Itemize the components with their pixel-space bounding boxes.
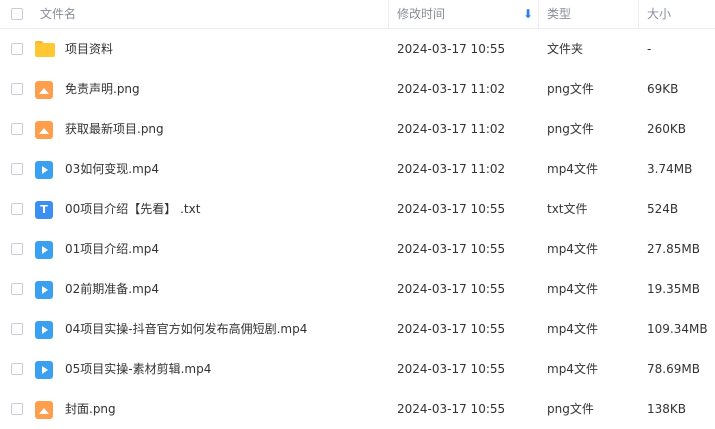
file-type: png文件 <box>547 402 594 416</box>
column-header-name[interactable]: 文件名 <box>40 0 76 28</box>
file-row[interactable]: T 00项目介绍【先看】 .txt 2024-03-17 10:55 txt文件 524… <box>0 189 715 229</box>
row-checkbox[interactable] <box>11 283 23 295</box>
file-type: 文件夹 <box>547 42 584 56</box>
row-checkbox[interactable] <box>11 243 23 255</box>
modified-time: 2024-03-17 11:02 <box>397 162 506 176</box>
file-size: - <box>647 42 652 56</box>
row-checkbox[interactable] <box>11 363 23 375</box>
file-size: 3.74MB <box>647 162 693 176</box>
video-file-icon <box>35 241 53 259</box>
row-checkbox[interactable] <box>11 403 23 415</box>
file-name[interactable]: 免责声明.png <box>65 69 140 109</box>
file-row[interactable]: 05项目实操-素材剪辑.mp4 2024-03-17 10:55 mp4文件 78.6… <box>0 349 715 389</box>
file-type: txt文件 <box>547 202 588 216</box>
select-all-checkbox[interactable] <box>11 8 23 20</box>
file-row[interactable]: 04项目实操-抖音官方如何发布高佣短剧.mp4 2024-03-17 10:55 m… <box>0 309 715 349</box>
file-size: 260KB <box>647 122 687 136</box>
file-type: mp4文件 <box>547 282 598 296</box>
modified-time: 2024-03-17 11:02 <box>397 122 506 136</box>
file-type: png文件 <box>547 82 594 96</box>
file-size: 27.85MB <box>647 242 700 256</box>
file-name[interactable]: 03如何变现.mp4 <box>65 149 159 189</box>
image-file-icon <box>35 401 53 419</box>
video-file-icon <box>35 321 53 339</box>
file-list: 文件名 修改时间 ⬇ 类型 大小 项目资料 2024-03-17 10:55 文件夹… <box>0 0 715 429</box>
file-row[interactable]: 项目资料 2024-03-17 10:55 文件夹 - <box>0 29 715 69</box>
file-rows: 项目资料 2024-03-17 10:55 文件夹 - 免责声明.png 2024-03-… <box>0 29 715 429</box>
file-size: 69KB <box>647 82 679 96</box>
modified-time: 2024-03-17 10:55 <box>397 402 506 416</box>
modified-time: 2024-03-17 10:55 <box>397 42 506 56</box>
file-name[interactable]: 项目资料 <box>65 29 113 69</box>
modified-time: 2024-03-17 10:55 <box>397 202 506 216</box>
column-divider[interactable] <box>538 0 539 28</box>
file-row[interactable]: 免责声明.png 2024-03-17 11:02 png文件 69KB <box>0 69 715 109</box>
column-header-size[interactable]: 大小 <box>647 0 671 28</box>
file-type: mp4文件 <box>547 362 598 376</box>
row-checkbox[interactable] <box>11 43 23 55</box>
file-name[interactable]: 02前期准备.mp4 <box>65 269 159 309</box>
file-name[interactable]: 00项目介绍【先看】 .txt <box>65 189 200 229</box>
video-file-icon <box>35 281 53 299</box>
file-row[interactable]: 01项目介绍.mp4 2024-03-17 10:55 mp4文件 27.85MB <box>0 229 715 269</box>
file-row[interactable]: 获取最新项目.png 2024-03-17 11:02 png文件 260KB <box>0 109 715 149</box>
modified-time: 2024-03-17 10:55 <box>397 362 506 376</box>
file-size: 138KB <box>647 402 687 416</box>
modified-time: 2024-03-17 10:55 <box>397 242 506 256</box>
modified-time: 2024-03-17 10:55 <box>397 322 506 336</box>
video-file-icon <box>35 161 53 179</box>
file-name[interactable]: 获取最新项目.png <box>65 109 164 149</box>
file-type: mp4文件 <box>547 242 598 256</box>
file-row[interactable]: 封面.png 2024-03-17 10:55 png文件 138KB <box>0 389 715 429</box>
file-size: 19.35MB <box>647 282 700 296</box>
row-checkbox[interactable] <box>11 123 23 135</box>
file-list-header: 文件名 修改时间 ⬇ 类型 大小 <box>0 0 715 29</box>
row-checkbox[interactable] <box>11 203 23 215</box>
video-file-icon <box>35 361 53 379</box>
file-name[interactable]: 01项目介绍.mp4 <box>65 229 159 269</box>
file-size: 78.69MB <box>647 362 700 376</box>
column-header-modified[interactable]: 修改时间 <box>397 0 445 28</box>
file-type: mp4文件 <box>547 322 598 336</box>
row-checkbox[interactable] <box>11 163 23 175</box>
modified-time: 2024-03-17 10:55 <box>397 282 506 296</box>
sort-descending-icon[interactable]: ⬇ <box>523 0 533 28</box>
file-type: mp4文件 <box>547 162 598 176</box>
row-checkbox[interactable] <box>11 323 23 335</box>
file-row[interactable]: 02前期准备.mp4 2024-03-17 10:55 mp4文件 19.35MB <box>0 269 715 309</box>
column-divider[interactable] <box>388 0 389 28</box>
text-file-icon: T <box>35 201 53 219</box>
column-divider[interactable] <box>638 0 639 28</box>
image-file-icon <box>35 81 53 99</box>
file-name[interactable]: 05项目实操-素材剪辑.mp4 <box>65 349 211 389</box>
file-row[interactable]: 03如何变现.mp4 2024-03-17 11:02 mp4文件 3.74MB <box>0 149 715 189</box>
row-checkbox[interactable] <box>11 83 23 95</box>
file-size: 109.34MB <box>647 322 708 336</box>
file-type: png文件 <box>547 122 594 136</box>
folder-icon <box>35 41 55 57</box>
image-file-icon <box>35 121 53 139</box>
file-name[interactable]: 04项目实操-抖音官方如何发布高佣短剧.mp4 <box>65 309 307 349</box>
file-name[interactable]: 封面.png <box>65 389 116 429</box>
modified-time: 2024-03-17 11:02 <box>397 82 506 96</box>
column-header-type[interactable]: 类型 <box>547 0 571 28</box>
file-size: 524B <box>647 202 679 216</box>
